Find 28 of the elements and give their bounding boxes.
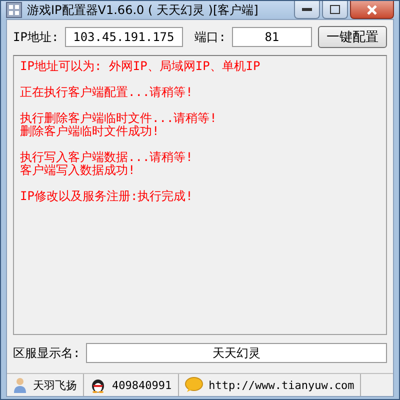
maximize-icon: [330, 5, 340, 14]
status-text: 天羽飞扬: [33, 378, 77, 392]
log-line: 执行删除客户端临时文件...请稍等!: [20, 112, 218, 125]
ip-label: IP地址:: [13, 28, 59, 46]
port-field[interactable]: 81: [232, 27, 312, 47]
port-label: 端口:: [194, 28, 226, 46]
status-text: 409840991: [112, 378, 172, 392]
log-line: 删除客户端临时文件成功!: [20, 125, 160, 138]
log-line: IP修改以及服务注册:执行完成!: [20, 190, 194, 203]
log-line: 客户端写入数据成功!: [20, 164, 136, 177]
ip-field[interactable]: 103.45.191.175: [64, 27, 183, 47]
log-line: 执行写入客户端数据...请稍等!: [20, 151, 194, 164]
log-line: IP地址可以为: 外网IP、局域网IP、单机IP: [20, 60, 262, 73]
person-icon: [13, 377, 27, 393]
status-text: http://www.tianyuw.com: [208, 378, 354, 392]
log-line: 正在执行客户端配置...请稍等!: [20, 86, 194, 99]
server-name-field[interactable]: 天天幻灵: [86, 343, 387, 363]
config-button[interactable]: 一键配置: [318, 26, 387, 48]
maximize-button[interactable]: [322, 1, 348, 19]
penguin-icon: [90, 377, 106, 393]
grid-icon: [6, 2, 22, 18]
chat-bubble-icon: [184, 377, 203, 393]
close-button[interactable]: [350, 1, 394, 19]
minimize-button[interactable]: [294, 1, 320, 19]
window-title: 游戏IP配置器V1.66.0 ( 天天幻灵 )[客户端]: [27, 2, 260, 18]
server-name-label: 区服显示名:: [13, 344, 80, 362]
close-icon: [366, 4, 378, 14]
minimize-icon: [302, 8, 312, 12]
